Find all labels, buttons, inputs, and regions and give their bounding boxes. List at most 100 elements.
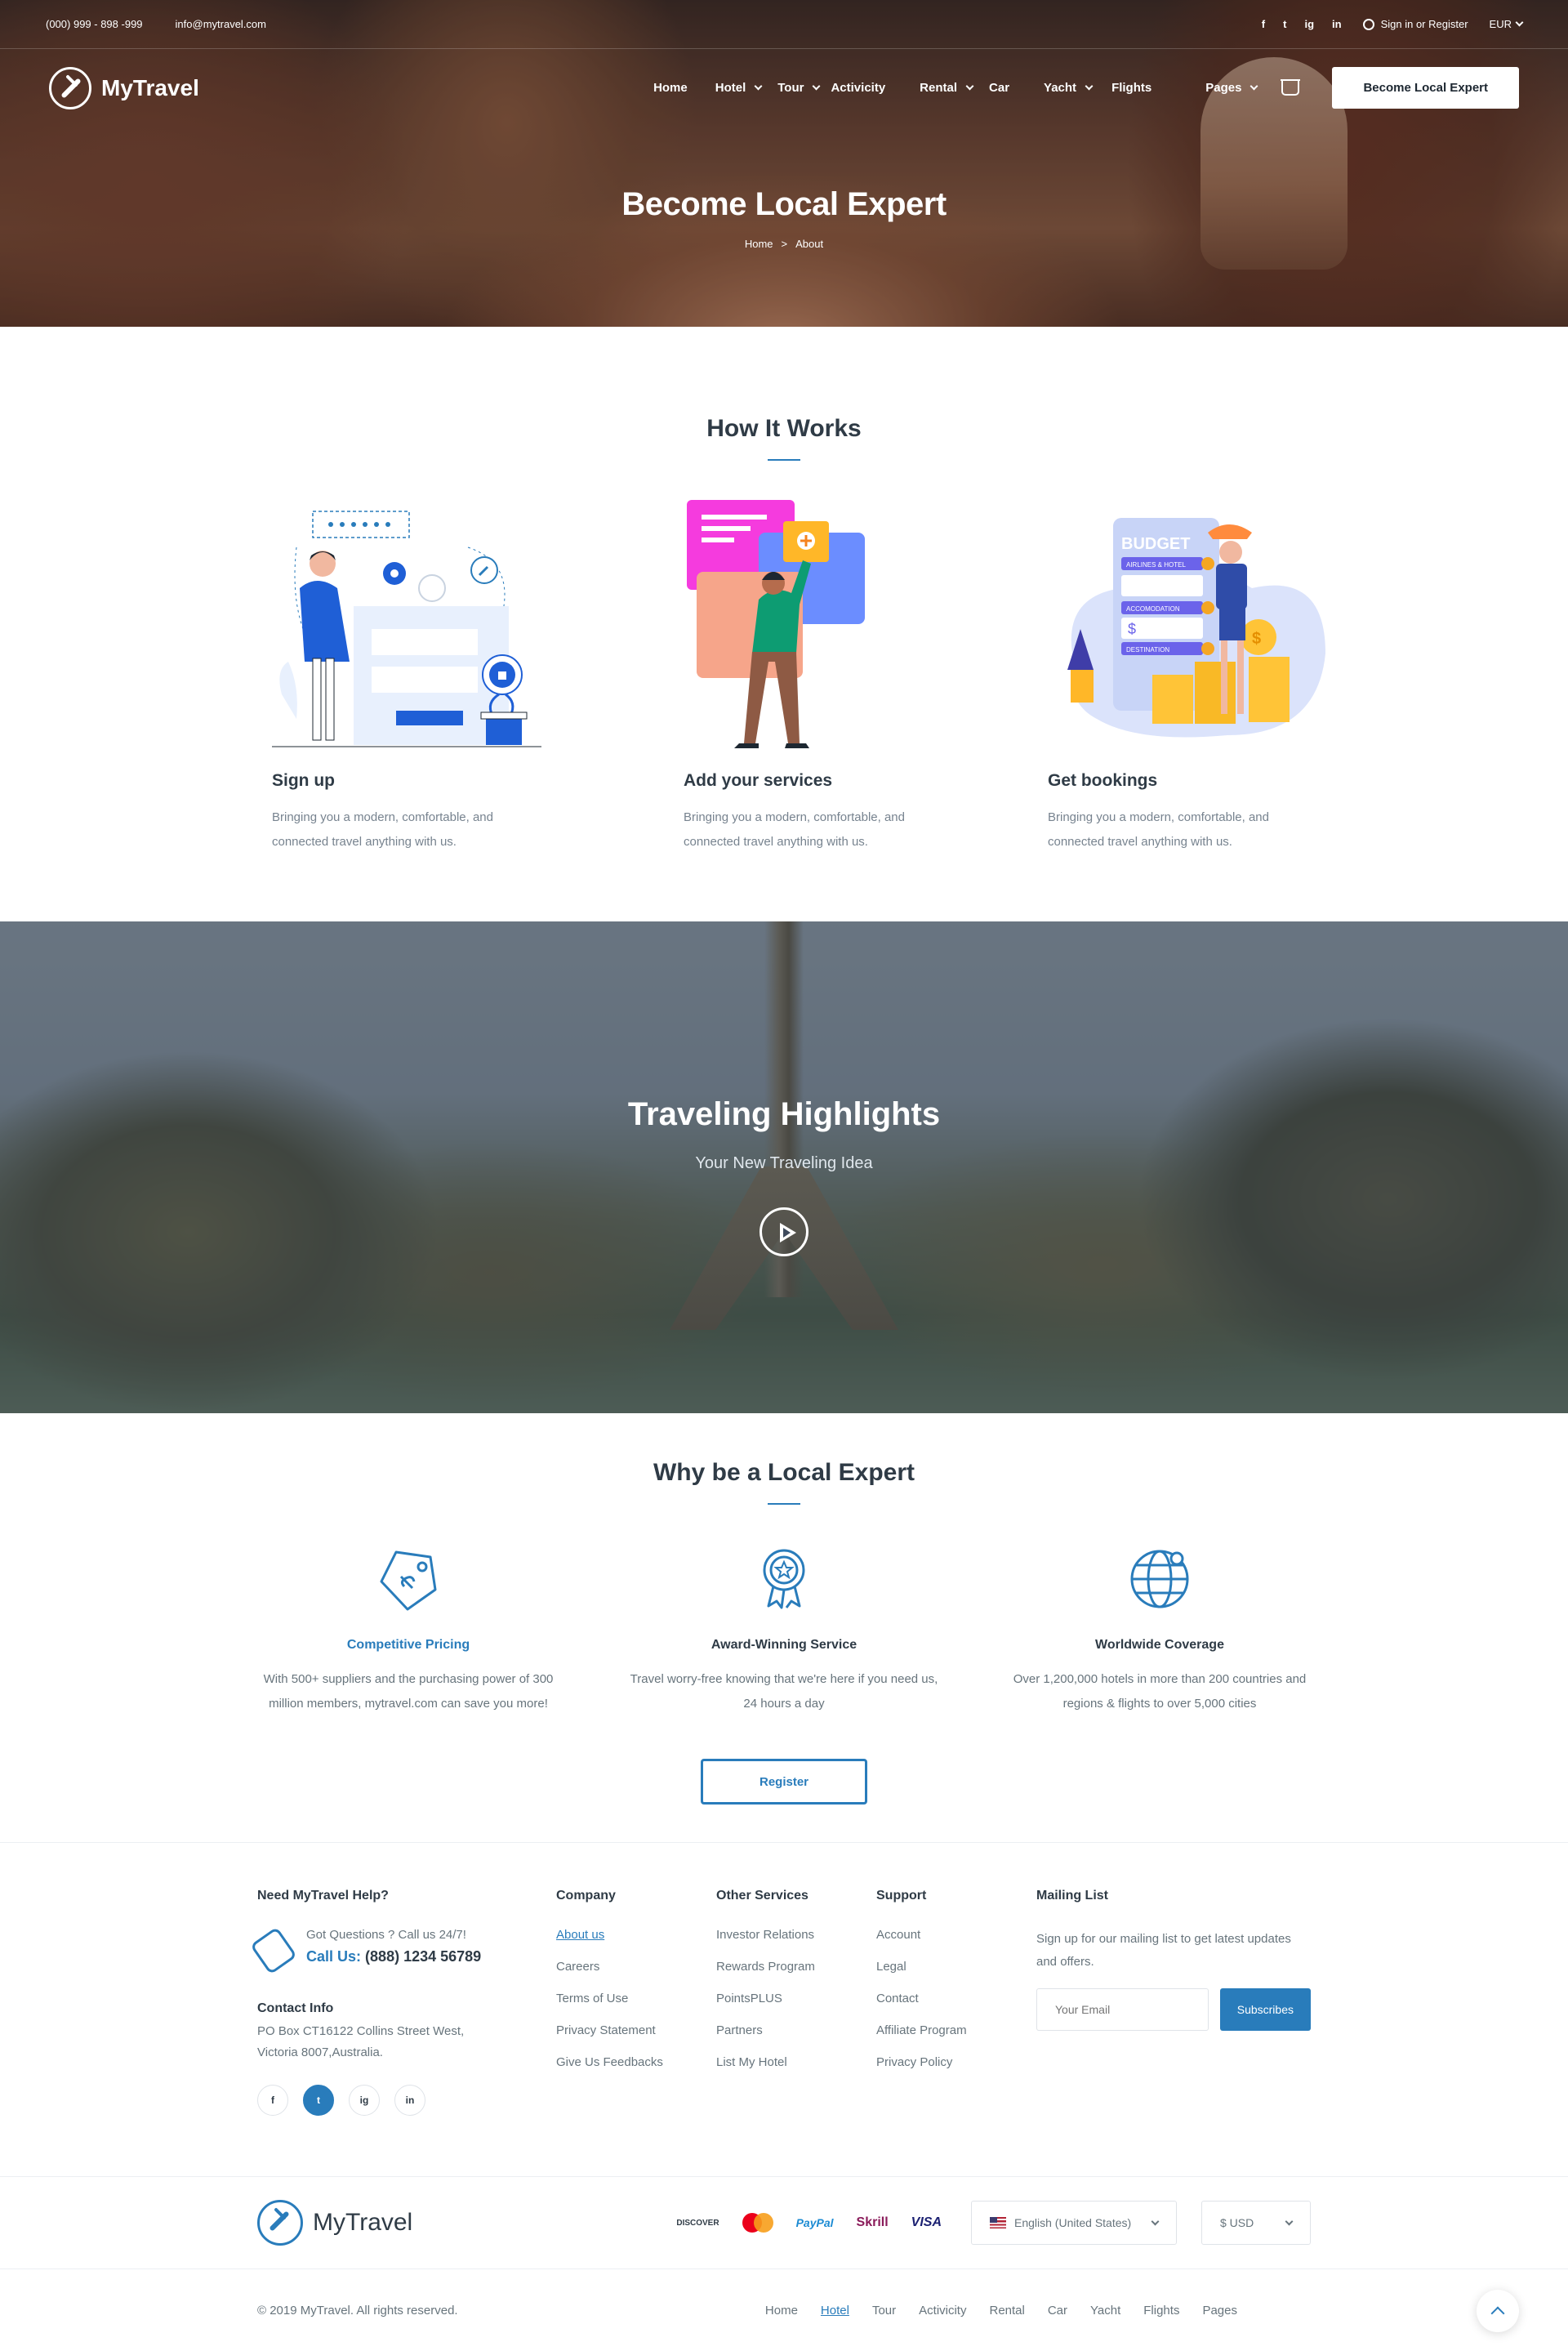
benefit-text: Over 1,200,000 hotels in more than 200 c…	[1013, 1672, 1307, 1711]
footer-link-careers[interactable]: Careers	[556, 1960, 716, 1974]
support-title: Support	[876, 1889, 927, 1903]
footer-link-privacy[interactable]: Privacy Statement	[556, 2023, 716, 2037]
email-field[interactable]	[1036, 1988, 1209, 2031]
other-title: Other Services	[716, 1889, 808, 1903]
video-subtitle: Your New Traveling Idea	[695, 1154, 873, 1172]
footer-link-legal[interactable]: Legal	[876, 1960, 1036, 1974]
why-local-expert-section: Why be a Local Expert Competitive Pricin…	[0, 1413, 1568, 1843]
chevron-down-icon	[754, 82, 763, 91]
footer-nav-hotel[interactable]: Hotel	[821, 2304, 849, 2318]
linkedin-icon[interactable]: in	[394, 2085, 425, 2116]
globe-icon	[1130, 1550, 1189, 1608]
twitter-icon[interactable]: t	[1283, 18, 1286, 30]
register-button[interactable]: Register	[701, 1759, 867, 1805]
instagram-icon[interactable]: ig	[1304, 18, 1314, 30]
breadcrumb-home[interactable]: Home	[745, 238, 773, 250]
how-it-works-title: How It Works	[706, 415, 862, 442]
footer-nav-home[interactable]: Home	[765, 2304, 798, 2318]
language-value: English (United States)	[1014, 2216, 1132, 2229]
nav-item-tour[interactable]: Tour	[777, 81, 821, 95]
budget-label: BUDGET	[1121, 535, 1190, 553]
facebook-icon[interactable]: f	[257, 2085, 288, 2116]
instagram-icon[interactable]: ig	[349, 2085, 380, 2116]
footer-link-investor[interactable]: Investor Relations	[716, 1928, 876, 1942]
signup-illustration	[272, 498, 615, 768]
budget-airlines-label: AIRLINES & HOTEL	[1126, 561, 1186, 569]
logo-plane-icon	[257, 2200, 303, 2246]
nav-label: Tour	[777, 81, 804, 95]
budget-accomodation-label: ACCOMODATION	[1126, 605, 1180, 613]
mailing-title: Mailing List	[1036, 1889, 1108, 1903]
nav-label: Yacht	[1044, 81, 1077, 95]
benefit-title: Worldwide Coverage	[1095, 1638, 1224, 1652]
footer-link-partners[interactable]: Partners	[716, 2023, 876, 2037]
footer-link-about[interactable]: About us	[556, 1928, 716, 1942]
linkedin-icon[interactable]: in	[1332, 18, 1342, 30]
twitter-icon[interactable]: t	[303, 2085, 334, 2116]
footer-nav-tour[interactable]: Tour	[872, 2304, 896, 2318]
nav-item-rental[interactable]: Rental	[920, 81, 974, 95]
footer-nav-pages[interactable]: Pages	[1202, 2304, 1237, 2318]
currency-dropdown[interactable]: EUR	[1490, 18, 1524, 30]
footer-link-terms[interactable]: Terms of Use	[556, 1992, 716, 2005]
benefit-title[interactable]: Competitive Pricing	[220, 1638, 596, 1653]
footer-nav-flights[interactable]: Flights	[1143, 2304, 1179, 2318]
footer-link-account[interactable]: Account	[876, 1928, 1036, 1942]
get-bookings-illustration: BUDGET AIRLINES & HOTEL TICKETS ACCOMODA…	[1048, 498, 1342, 768]
visa-icon: VISA	[911, 2215, 942, 2229]
nav-item-activicity[interactable]: Activicity	[831, 81, 885, 95]
nav-item-hotel[interactable]: Hotel	[715, 81, 763, 95]
footer-logo[interactable]: MyTravel	[257, 2200, 412, 2246]
breadcrumb-separator: >	[781, 238, 788, 250]
footer-nav: Home Hotel Tour Activicity Rental Car Ya…	[765, 2304, 1237, 2318]
footer-nav-activicity[interactable]: Activicity	[919, 2304, 966, 2318]
footer-nav-rental[interactable]: Rental	[989, 2304, 1024, 2318]
topbar-email[interactable]: info@mytravel.com	[176, 18, 266, 30]
chevron-down-icon	[813, 82, 821, 91]
language-select[interactable]: English (United States)	[971, 2201, 1177, 2245]
topbar-phone[interactable]: (000) 999 - 898 -999	[46, 18, 143, 30]
nav-item-home[interactable]: Home	[653, 81, 688, 95]
facebook-icon[interactable]: f	[1262, 18, 1265, 30]
subscribe-button[interactable]: Subscribes	[1219, 1988, 1311, 2031]
price-tag-icon	[380, 1550, 437, 1611]
cart-icon[interactable]	[1281, 78, 1301, 96]
nav-item-yacht[interactable]: Yacht	[1044, 81, 1094, 95]
footer-link-affiliate[interactable]: Affiliate Program	[876, 2023, 1036, 2037]
page-title: Become Local Expert	[621, 186, 947, 222]
footer-nav-car[interactable]: Car	[1048, 2304, 1067, 2318]
budget-tickets-label: TICKETS	[1162, 583, 1193, 591]
footer-link-feedback[interactable]: Give Us Feedbacks	[556, 2055, 716, 2069]
hero-heading: Become Local Expert Home > About	[0, 186, 1568, 250]
benefit-text: Travel worry-free knowing that we're her…	[630, 1672, 938, 1711]
site-logo[interactable]: MyTravel	[49, 66, 199, 109]
footer-link-pointsplus[interactable]: PointsPLUS	[716, 1992, 876, 2005]
copyright-bar: © 2019 MyTravel. All rights reserved. Ho…	[0, 2268, 1568, 2350]
paypal-icon: PayPal	[795, 2216, 834, 2229]
play-video-button[interactable]	[760, 1207, 808, 1256]
award-badge-icon	[763, 1549, 805, 1609]
footer-link-rewards[interactable]: Rewards Program	[716, 1960, 876, 1974]
nav-item-car[interactable]: Car	[989, 81, 1009, 95]
currency-value: $ USD	[1220, 2216, 1254, 2229]
hero-banner: (000) 999 - 898 -999 info@mytravel.com f…	[0, 0, 1568, 327]
nav-item-pages[interactable]: Pages	[1205, 81, 1258, 95]
benefit-card-coverage: Worldwide Coverage Over 1,200,000 hotels…	[972, 1542, 1348, 1716]
footer-link-list-hotel[interactable]: List My Hotel	[716, 2055, 876, 2069]
nav-label: Activicity	[831, 81, 886, 95]
nav-label: Rental	[920, 81, 958, 95]
call-number[interactable]: (888) 1234 56789	[365, 1948, 481, 1965]
signin-link[interactable]: Sign in or Register	[1362, 18, 1468, 30]
become-local-expert-button[interactable]: Become Local Expert	[1332, 67, 1519, 109]
step-text: Bringing you a modern, comfortable, and …	[1048, 810, 1269, 849]
nav-item-flights[interactable]: Flights	[1111, 81, 1152, 95]
footer-nav-yacht[interactable]: Yacht	[1090, 2304, 1120, 2318]
traveling-highlights-section: Traveling Highlights Your New Traveling …	[0, 921, 1568, 1413]
breadcrumb-current: About	[795, 238, 824, 250]
step-title: Get bookings	[1048, 771, 1158, 790]
footer-link-privacy-policy[interactable]: Privacy Policy	[876, 2055, 1036, 2069]
footer-bottom-bar: MyTravel DISCOVER PayPal Skrill VISA Eng…	[0, 2176, 1568, 2268]
scroll-to-top-button[interactable]	[1477, 2290, 1519, 2332]
footer-link-contact[interactable]: Contact	[876, 1992, 1036, 2005]
currency-select[interactable]: $ USD	[1201, 2201, 1311, 2245]
